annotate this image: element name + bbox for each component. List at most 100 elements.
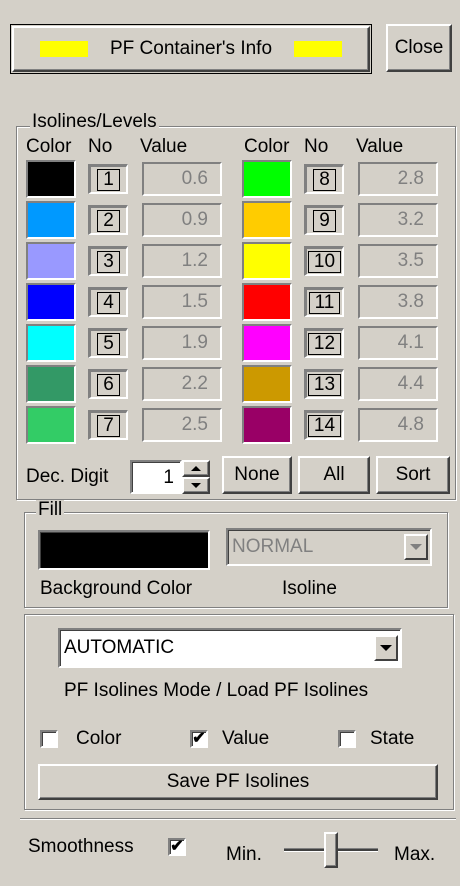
level-number-button[interactable]: 8: [304, 164, 344, 194]
level-color-swatch[interactable]: [26, 406, 76, 444]
level-value-field[interactable]: 3.5: [358, 244, 438, 278]
level-number-button[interactable]: 6: [88, 369, 128, 399]
chevron-down-icon: [191, 483, 201, 488]
col-color-header-right: Color: [244, 136, 290, 157]
level-color-swatch[interactable]: [242, 365, 292, 403]
level-color-swatch[interactable]: [26, 324, 76, 362]
level-number: 1: [97, 168, 120, 191]
chevron-down-icon: [380, 645, 392, 651]
level-number: 14: [307, 414, 342, 437]
level-value-field[interactable]: 4.1: [358, 326, 438, 360]
save-pf-isolines-button[interactable]: Save PF Isolines: [38, 764, 438, 800]
info-right-swatch: [294, 41, 343, 57]
level-number-button[interactable]: 10: [304, 246, 344, 276]
level-color-swatch[interactable]: [26, 242, 76, 280]
level-number-button[interactable]: 12: [304, 328, 344, 358]
close-button[interactable]: Close: [386, 24, 452, 72]
spin-down-button[interactable]: [182, 477, 210, 494]
level-number: 13: [307, 373, 342, 396]
level-number: 9: [313, 209, 336, 232]
chevron-down-icon: [410, 544, 422, 550]
level-color-swatch[interactable]: [26, 283, 76, 321]
color-checkbox[interactable]: Color: [40, 728, 140, 752]
smoothness-checkbox[interactable]: ✔: [168, 838, 186, 856]
level-value-field[interactable]: 3.8: [358, 285, 438, 319]
level-number-button[interactable]: 7: [88, 410, 128, 440]
info-left-swatch: [39, 41, 88, 57]
color-checkbox-label: Color: [76, 728, 122, 749]
level-color-swatch[interactable]: [242, 406, 292, 444]
pf-container-info-button[interactable]: PF Container's Info: [12, 26, 370, 72]
level-number: 12: [307, 332, 342, 355]
mode-dropdown-arrow[interactable]: [374, 635, 398, 661]
mode-select[interactable]: AUTOMATIC: [58, 628, 402, 668]
value-checkbox-label: Value: [222, 728, 270, 749]
dec-digit-spinner[interactable]: [182, 460, 210, 494]
background-color-swatch[interactable]: [38, 530, 210, 570]
level-number-button[interactable]: 11: [304, 287, 344, 317]
background-color-label: Background Color: [40, 578, 193, 599]
smoothness-slider[interactable]: [284, 832, 378, 868]
level-number-button[interactable]: 9: [304, 205, 344, 235]
level-number: 6: [97, 373, 120, 396]
level-number-button[interactable]: 13: [304, 369, 344, 399]
level-value-field[interactable]: 4.4: [358, 367, 438, 401]
level-value-field[interactable]: 1.9: [142, 326, 222, 360]
dec-digit-label: Dec. Digit: [26, 466, 109, 487]
level-number: 7: [97, 414, 120, 437]
max-label: Max.: [394, 844, 436, 865]
checkbox-icon: [338, 730, 356, 748]
level-color-swatch[interactable]: [242, 283, 292, 321]
level-number: 8: [313, 168, 336, 191]
all-button[interactable]: All: [298, 456, 370, 494]
chevron-up-icon: [191, 466, 201, 471]
level-number: 2: [97, 209, 120, 232]
value-checkbox[interactable]: ✔ Value: [190, 728, 300, 752]
level-value-field[interactable]: 1.5: [142, 285, 222, 319]
level-color-swatch[interactable]: [242, 242, 292, 280]
spin-up-button[interactable]: [182, 460, 210, 477]
level-number: 11: [308, 291, 341, 314]
slider-thumb[interactable]: [324, 832, 338, 868]
level-value-field[interactable]: 1.2: [142, 244, 222, 278]
level-color-swatch[interactable]: [26, 365, 76, 403]
level-value-field[interactable]: 0.9: [142, 203, 222, 237]
isoline-select: NORMAL: [226, 528, 432, 566]
level-value-field[interactable]: 4.8: [358, 408, 438, 442]
fill-title: Fill: [36, 499, 65, 520]
level-number-button[interactable]: 4: [88, 287, 128, 317]
level-number-button[interactable]: 14: [304, 410, 344, 440]
level-color-swatch[interactable]: [26, 160, 76, 198]
isoline-dropdown-arrow: [404, 534, 428, 560]
level-number: 4: [97, 291, 120, 314]
checkbox-icon: ✔: [190, 730, 208, 748]
level-number-button[interactable]: 2: [88, 205, 128, 235]
col-value-header-left: Value: [140, 136, 188, 157]
col-no-header-left: No: [88, 136, 113, 157]
state-checkbox-label: State: [370, 728, 415, 749]
level-color-swatch[interactable]: [26, 201, 76, 239]
isolines-levels-title: Isolines/Levels: [30, 111, 159, 132]
level-value-field[interactable]: 3.2: [358, 203, 438, 237]
level-value-field[interactable]: 2.8: [358, 162, 438, 196]
isoline-label: Isoline: [282, 578, 337, 599]
col-color-header-left: Color: [26, 136, 72, 157]
level-number-button[interactable]: 3: [88, 246, 128, 276]
level-number: 3: [97, 250, 120, 273]
level-color-swatch[interactable]: [242, 201, 292, 239]
min-label: Min.: [226, 844, 262, 865]
level-number-button[interactable]: 5: [88, 328, 128, 358]
sort-button[interactable]: Sort: [376, 456, 450, 494]
level-value-field[interactable]: 0.6: [142, 162, 222, 196]
info-button-label: PF Container's Info: [109, 38, 273, 59]
separator: [20, 818, 456, 820]
none-button[interactable]: None: [222, 456, 292, 494]
level-number-button[interactable]: 1: [88, 164, 128, 194]
mode-caption: PF Isolines Mode / Load PF Isolines: [64, 680, 369, 701]
state-checkbox[interactable]: State: [338, 728, 428, 752]
level-color-swatch[interactable]: [242, 160, 292, 198]
dec-digit-field[interactable]: 1: [130, 460, 182, 494]
level-value-field[interactable]: 2.2: [142, 367, 222, 401]
level-value-field[interactable]: 2.5: [142, 408, 222, 442]
level-color-swatch[interactable]: [242, 324, 292, 362]
